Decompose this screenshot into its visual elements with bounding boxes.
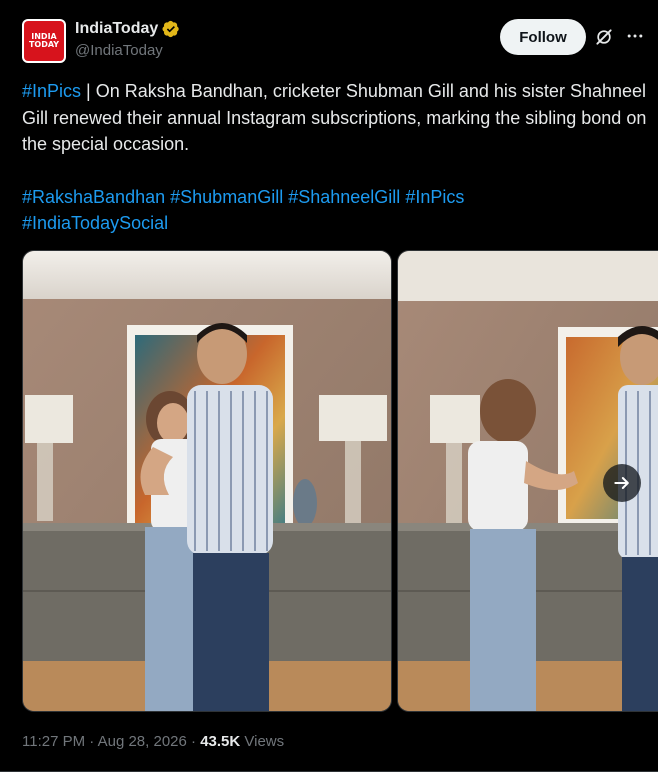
photo-image — [23, 251, 391, 711]
author-name-row[interactable]: IndiaToday — [75, 20, 180, 38]
tweet-text: #InPics | On Raksha Bandhan, cricketer S… — [22, 78, 652, 237]
hashtag-link[interactable]: #InPics — [22, 81, 81, 101]
grok-icon[interactable] — [594, 27, 614, 47]
handle[interactable]: @IndiaToday — [75, 42, 163, 59]
follow-button[interactable]: Follow — [500, 19, 586, 55]
avatar-text-line2: TODAY — [28, 40, 60, 49]
media-carousel — [22, 250, 658, 712]
hashtag-link[interactable]: #RakshaBandhan — [22, 187, 165, 207]
views-count[interactable]: 43.5K — [200, 733, 240, 750]
carousel-next-button[interactable] — [603, 464, 641, 502]
more-icon[interactable] — [625, 26, 645, 46]
meta-separator: · — [186, 733, 201, 750]
display-name[interactable]: IndiaToday — [75, 20, 158, 38]
arrow-right-icon — [614, 477, 629, 489]
tweet-date[interactable]: Aug 28, 2026 — [98, 733, 187, 750]
photo[interactable] — [22, 250, 392, 712]
verified-badge-icon — [162, 20, 179, 38]
views-label: Views — [240, 733, 285, 750]
hashtag-link[interactable]: #ShubmanGill — [170, 187, 283, 207]
meta-separator: · — [85, 733, 98, 750]
hashtag-link[interactable]: #IndiaTodaySocial — [22, 213, 168, 233]
tweet: INDIA TODAY IndiaToday @IndiaToday Follo… — [0, 0, 658, 772]
hashtag-link[interactable]: #ShahneelGill — [288, 187, 400, 207]
avatar-logo: INDIA TODAY — [24, 21, 64, 61]
tweet-meta: 11:27 PM · Aug 28, 2026 · 43.5K Views — [22, 733, 284, 750]
tweet-time[interactable]: 11:27 PM — [22, 733, 85, 750]
avatar[interactable]: INDIA TODAY — [22, 19, 66, 63]
tweet-body: | On Raksha Bandhan, cricketer Shubman G… — [22, 81, 647, 154]
hashtag-link[interactable]: #InPics — [405, 187, 464, 207]
